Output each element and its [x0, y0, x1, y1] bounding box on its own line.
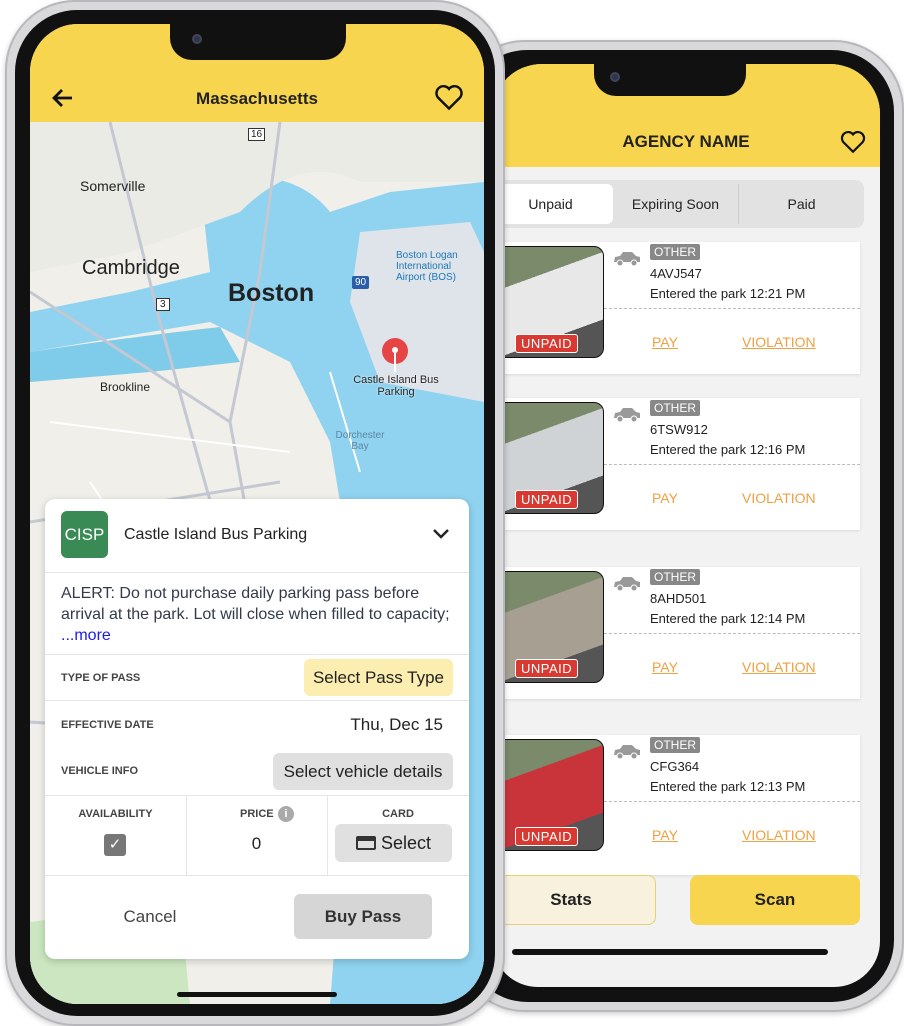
lot-badge: CISP [61, 511, 108, 558]
price-value: 0 [251, 834, 262, 853]
select-vehicle-button[interactable]: Select vehicle details [273, 753, 453, 790]
agency-screen: AGENCY NAME Unpaid Expiring Soon Paid UN… [492, 64, 880, 987]
violation-link[interactable]: VIOLATION [742, 334, 816, 350]
route-16-shield: 16 [248, 128, 266, 141]
entry-time: Entered the park 12:13 PM [650, 779, 806, 794]
map-label-brookline: Brookline [100, 380, 151, 394]
info-icon[interactable]: i [278, 806, 294, 822]
unpaid-badge: UNPAID [515, 490, 579, 509]
vehicle-type-badge: OTHER [650, 244, 700, 260]
pay-link[interactable]: PAY [652, 827, 678, 843]
map-label-dorchester-bay: Dorchester Bay [335, 430, 385, 452]
route-3-shield: 3 [156, 298, 170, 311]
map-label-somerville: Somerville [80, 178, 146, 194]
agency-phone: AGENCY NAME Unpaid Expiring Soon Paid UN… [455, 40, 904, 1012]
violation-link[interactable]: VIOLATION [742, 827, 816, 843]
parking-screen: Massachusetts Somerville Cambridge Bosto… [30, 24, 484, 1004]
stats-button[interactable]: Stats [492, 875, 656, 925]
vehicle-card: UNPAID OTHER 4AVJ547 Entered the park 12… [492, 242, 860, 374]
heart-icon[interactable] [434, 84, 464, 111]
license-plate: 4AVJ547 [650, 266, 702, 281]
route-90-shield: 90 [352, 276, 370, 289]
card-label: CARD [382, 808, 414, 820]
type-of-pass-label: TYPE OF PASS [61, 672, 141, 684]
license-plate: 8AHD501 [650, 591, 707, 606]
divider [604, 308, 860, 309]
vehicle-card: UNPAID OTHER CFG364 Entered the park 12:… [492, 735, 860, 875]
scan-button[interactable]: Scan [690, 875, 860, 925]
tab-paid[interactable]: Paid [739, 184, 864, 224]
alert-text: ALERT: Do not purchase daily parking pas… [61, 585, 450, 644]
availability-label: AVAILABILITY [78, 808, 153, 820]
violation-link[interactable]: VIOLATION [742, 659, 816, 675]
heart-icon[interactable] [840, 130, 866, 154]
map-label-airport: Boston Logan International Airport (BOS) [396, 250, 458, 283]
unpaid-badge: UNPAID [515, 659, 579, 678]
map-label-boston: Boston [228, 279, 315, 307]
vehicle-type-badge: OTHER [650, 400, 700, 416]
lot-name[interactable]: Castle Island Bus Parking [124, 526, 307, 544]
map-label-cambridge: Cambridge [82, 257, 180, 279]
agency-title: AGENCY NAME [622, 132, 750, 151]
chevron-down-icon[interactable] [433, 529, 449, 539]
license-plate: CFG364 [650, 759, 700, 774]
pass-purchase-sheet: CISP Castle Island Bus Parking ALERT: Do… [45, 499, 469, 959]
buy-pass-button[interactable]: Buy Pass [294, 894, 432, 939]
more-link[interactable]: ...more [61, 627, 111, 644]
pay-link[interactable]: PAY [652, 659, 678, 675]
entry-time: Entered the park 12:16 PM [650, 442, 806, 457]
divider [604, 464, 860, 465]
select-pass-type-button[interactable]: Select Pass Type [304, 659, 453, 696]
vehicle-photo[interactable]: UNPAID [492, 246, 604, 358]
unpaid-badge: UNPAID [515, 334, 579, 353]
vehicle-type-badge: OTHER [650, 569, 700, 585]
car-icon [614, 408, 640, 422]
vehicle-card: UNPAID OTHER 8AHD501 Entered the park 12… [492, 567, 860, 699]
price-label: PRICE [240, 808, 274, 820]
vehicle-photo[interactable]: UNPAID [492, 739, 604, 851]
cancel-button[interactable]: Cancel [85, 907, 215, 927]
car-icon [614, 745, 640, 759]
map-pin-icon[interactable] [380, 338, 410, 378]
vehicle-card: UNPAID OTHER 6TSW912 Entered the park 12… [492, 398, 860, 530]
divider [604, 633, 860, 634]
divider [604, 801, 860, 802]
select-card-button[interactable]: Select [335, 824, 452, 862]
parking-phone: Massachusetts Somerville Cambridge Bosto… [5, 0, 505, 1026]
pay-link[interactable]: PAY [652, 490, 678, 506]
credit-card-icon [355, 836, 376, 850]
pay-link[interactable]: PAY [652, 334, 678, 350]
home-indicator[interactable] [177, 992, 337, 997]
violation-link[interactable]: VIOLATION [742, 490, 816, 506]
car-icon [614, 577, 640, 591]
effective-date-label: EFFECTIVE DATE [61, 719, 154, 731]
effective-date-value[interactable]: Thu, Dec 15 [350, 715, 443, 735]
parking-title: Massachusetts [196, 89, 318, 108]
vehicle-photo[interactable]: UNPAID [492, 571, 604, 683]
home-indicator[interactable] [512, 949, 828, 955]
vehicle-photo[interactable]: UNPAID [492, 402, 604, 514]
entry-time: Entered the park 12:14 PM [650, 611, 806, 626]
availability-checkbox[interactable]: ✓ [104, 834, 126, 856]
vehicle-info-label: VEHICLE INFO [61, 765, 139, 777]
license-plate: 6TSW912 [650, 422, 708, 437]
vehicle-type-badge: OTHER [650, 737, 700, 753]
entry-time: Entered the park 12:21 PM [650, 286, 806, 301]
status-tabs: Unpaid Expiring Soon Paid [492, 180, 864, 228]
map-label-pin: Castle Island Bus Parking [353, 374, 439, 398]
unpaid-badge: UNPAID [515, 827, 579, 846]
car-icon [614, 252, 640, 266]
tab-unpaid[interactable]: Unpaid [492, 184, 613, 224]
tab-expiring-soon[interactable]: Expiring Soon [613, 184, 739, 224]
